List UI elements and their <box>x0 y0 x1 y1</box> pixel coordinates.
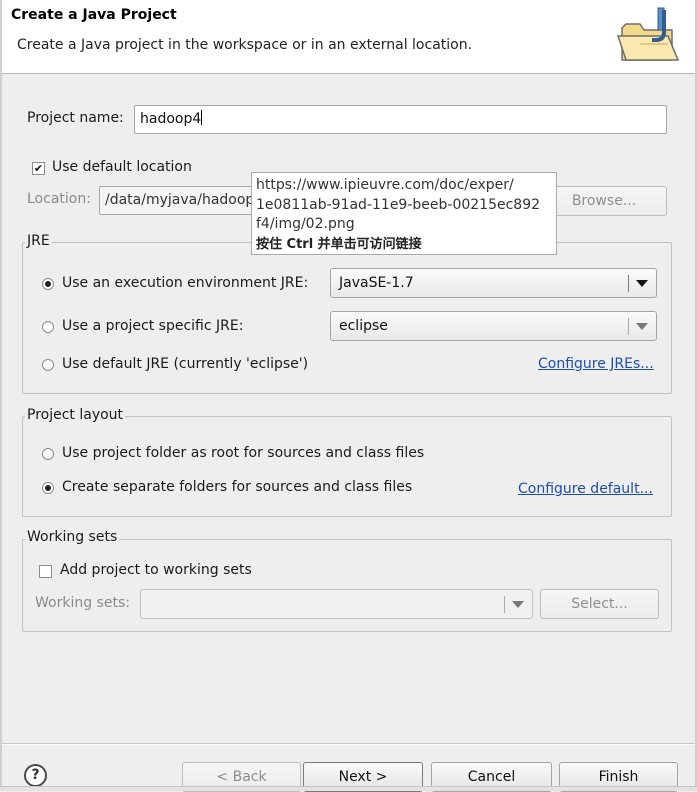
chevron-down-icon <box>512 601 524 608</box>
select-working-sets-button[interactable]: Select... <box>540 589 659 619</box>
tooltip-url-line: f4/img/02.png <box>256 216 355 232</box>
wizard-header: Create a Java Project Create a Java proj… <box>2 0 695 74</box>
jre-env-radio[interactable] <box>42 278 54 290</box>
project-name-input[interactable]: hadoop4 <box>134 105 667 134</box>
text-caret <box>201 110 203 125</box>
add-to-working-sets-label: Add project to working sets <box>60 562 252 578</box>
combo-separator <box>628 318 629 335</box>
jre-env-select[interactable]: JavaSE-1.7 <box>330 268 657 298</box>
dialog-border-left <box>0 0 2 791</box>
footer-separator-highlight <box>2 744 695 745</box>
jre-specific-radio[interactable] <box>42 321 54 333</box>
combo-separator <box>504 596 505 613</box>
project-layout-group-title: Project layout <box>25 407 126 423</box>
jre-default-label: Use default JRE (currently 'eclipse') <box>62 356 309 372</box>
tooltip-url-line: 1e0811ab-91ad-11e9-beeb-00215ec892 <box>256 196 541 213</box>
help-icon[interactable]: ? <box>24 764 47 787</box>
location-label: Location: <box>27 191 91 207</box>
use-default-location-checkbox[interactable]: ✔ <box>32 162 45 175</box>
project-layout-group <box>22 416 672 517</box>
layout-separate-label: Create separate folders for sources and … <box>62 479 413 495</box>
link-tooltip: https://www.ipieuvre.com/doc/exper/ 1e08… <box>251 172 557 255</box>
tooltip-url-line: https://www.ipieuvre.com/doc/exper/ <box>256 177 514 193</box>
jre-env-value: JavaSE-1.7 <box>339 275 414 291</box>
layout-separate-radio[interactable] <box>42 482 54 494</box>
working-sets-label: Working sets: <box>35 595 130 611</box>
tooltip-ctrl-click-hint: 按住 Ctrl 并单击可访问链接 <box>256 236 422 252</box>
working-sets-group-title: Working sets <box>25 529 120 545</box>
configure-default-link[interactable]: Configure default... <box>518 481 653 497</box>
jre-specific-value: eclipse <box>339 318 388 334</box>
jre-group-title: JRE <box>25 233 52 249</box>
add-to-working-sets-checkbox[interactable] <box>39 565 52 578</box>
working-sets-select[interactable] <box>140 589 533 619</box>
jre-default-radio[interactable] <box>42 359 54 371</box>
configure-jres-link[interactable]: Configure JREs... <box>538 356 654 372</box>
use-default-location-label: Use default location <box>52 159 192 175</box>
java-project-folder-icon <box>616 7 680 61</box>
browse-button[interactable]: Browse... <box>541 186 667 216</box>
project-name-label: Project name: <box>27 110 124 126</box>
chevron-down-icon <box>636 323 648 330</box>
layout-root-label: Use project folder as root for sources a… <box>62 445 425 461</box>
location-input[interactable]: /data/myjava/hadoop4 <box>99 186 269 215</box>
jre-specific-select[interactable]: eclipse <box>330 311 657 341</box>
wizard-title: Create a Java Project <box>11 7 177 23</box>
wizard-description: Create a Java project in the workspace o… <box>17 37 473 53</box>
layout-root-radio[interactable] <box>42 448 54 460</box>
jre-env-label: Use an execution environment JRE: <box>62 275 309 291</box>
combo-separator <box>628 275 629 292</box>
chevron-down-icon <box>636 280 648 287</box>
dialog-bottom-edge <box>0 786 697 791</box>
jre-specific-label: Use a project specific JRE: <box>62 318 244 334</box>
